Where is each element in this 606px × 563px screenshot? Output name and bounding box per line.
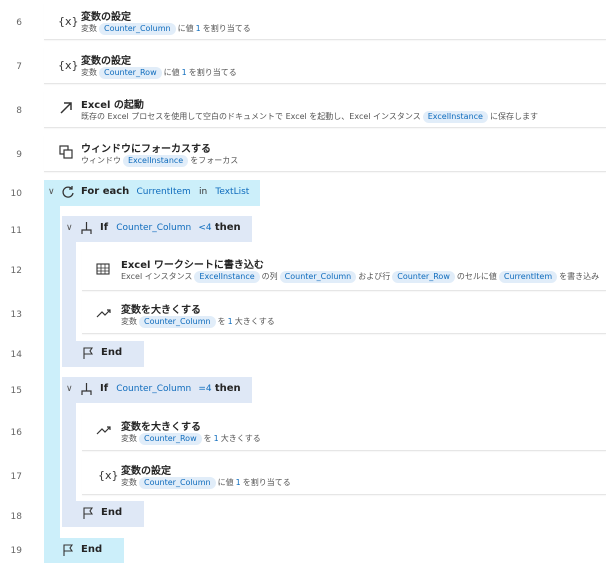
foreach-variable: CurrentItem (136, 187, 191, 197)
action-title: Excel ワークシートに書き込む (121, 260, 264, 271)
variable-icon: {x} (58, 59, 79, 72)
action-title: 変数を大きくする (121, 422, 201, 433)
action-description: 変数 Counter_Row に値 1 を割り当てる (81, 67, 237, 79)
flag-icon (62, 544, 74, 560)
variable-token: Counter_Row (99, 67, 162, 79)
line-number: 18 (10, 512, 22, 522)
flag-icon (82, 507, 94, 523)
action-title: ウィンドウにフォーカスする (81, 144, 211, 155)
line-number: 12 (10, 266, 22, 276)
action-set-variable[interactable]: {x} 変数の設定 変数 Counter_Column に値 1 を割り当てる (82, 456, 606, 495)
loop-icon (61, 185, 75, 202)
foreach-header[interactable]: ∨ For each CurrentItem in TextList (44, 180, 260, 206)
trend-up-icon (96, 424, 112, 436)
action-focus-window[interactable]: ウィンドウにフォーカスする ウィンドウ ExcelInstance をフォーカス (44, 135, 606, 172)
action-set-variable[interactable]: {x} 変数の設定 変数 Counter_Row に値 1 を割り当てる (44, 47, 606, 84)
line-number: 8 (16, 106, 22, 116)
action-description: 既存の Excel プロセスを使用して空白のドキュメントで Excel を起動し… (81, 111, 538, 123)
end-block[interactable]: End (62, 501, 144, 527)
action-write-excel[interactable]: Excel ワークシートに書き込む Excel インスタンス ExcelInsta… (82, 250, 606, 291)
chevron-down-icon[interactable]: ∨ (66, 223, 73, 233)
action-description: Excel インスタンス ExcelInstance の列 Counter_Colum… (121, 271, 600, 283)
line-number: 14 (10, 350, 22, 360)
variable-token: Counter_Column (139, 477, 216, 489)
variable-token: CurrentItem (498, 271, 558, 283)
condition-variable: Counter_Column (116, 223, 192, 233)
action-launch-excel[interactable]: Excel の起動 既存の Excel プロセスを使用して空白のドキュメントで … (44, 91, 606, 128)
line-number: 7 (16, 62, 22, 72)
variable-token: Counter_Row (139, 433, 202, 445)
line-number: 11 (10, 226, 22, 236)
action-description: 変数 Counter_Column に値 1 を割り当てる (121, 477, 291, 489)
action-increase-variable[interactable]: 変数を大きくする 変数 Counter_Row を 1 大きくする (82, 412, 606, 451)
variable-icon: {x} (58, 15, 79, 28)
variable-token: ExcelInstance (123, 155, 189, 167)
line-number: 15 (10, 386, 22, 396)
trend-up-icon (96, 307, 112, 319)
action-description: 変数 Counter_Column を 1 大きくする (121, 316, 275, 328)
line-number: 19 (10, 546, 22, 556)
variable-icon: {x} (98, 469, 119, 482)
launch-arrow-icon (59, 101, 73, 115)
condition-variable: Counter_Column (116, 384, 192, 394)
line-number: 9 (16, 150, 22, 160)
action-title: 変数の設定 (121, 466, 171, 477)
line-number: 10 (10, 189, 22, 199)
flag-icon (82, 347, 94, 363)
action-title: 変数を大きくする (121, 305, 201, 316)
action-description: ウィンドウ ExcelInstance をフォーカス (81, 155, 239, 167)
excel-write-icon (96, 262, 110, 276)
action-description: 変数 Counter_Row を 1 大きくする (121, 433, 261, 445)
if-header[interactable]: ∨ If Counter_Column <4 then (62, 216, 252, 242)
variable-token: Counter_Column (139, 316, 216, 328)
if-block-bar (62, 402, 76, 502)
if-header[interactable]: ∨ If Counter_Column =4 then (62, 377, 252, 403)
end-block[interactable]: End (44, 538, 124, 563)
action-description: 変数 Counter_Column に値 1 を割り当てる (81, 23, 251, 35)
line-number: 13 (10, 310, 22, 320)
variable-token: ExcelInstance (194, 271, 260, 283)
if-condition-icon (80, 221, 93, 238)
action-title: 変数の設定 (81, 12, 131, 23)
action-title: Excel の起動 (81, 100, 144, 111)
chevron-down-icon[interactable]: ∨ (48, 187, 55, 197)
action-set-variable[interactable]: {x} 変数の設定 変数 Counter_Column に値 1 を割り当てる (44, 3, 606, 40)
variable-token: Counter_Column (279, 271, 357, 283)
foreach-block-bar (44, 205, 60, 539)
window-focus-icon (59, 145, 73, 159)
if-condition-icon (80, 382, 93, 399)
chevron-down-icon[interactable]: ∨ (66, 384, 73, 394)
line-number: 17 (10, 472, 22, 482)
line-number: 16 (10, 428, 22, 438)
variable-token: ExcelInstance (422, 111, 488, 123)
foreach-list: TextList (215, 187, 250, 197)
if-block-bar (62, 242, 76, 342)
action-title: 変数の設定 (81, 56, 131, 67)
action-increase-variable[interactable]: 変数を大きくする 変数 Counter_Column を 1 大きくする (82, 295, 606, 334)
line-number: 6 (16, 18, 22, 28)
variable-token: Counter_Column (99, 23, 176, 35)
variable-token: Counter_Row (392, 271, 455, 283)
end-block[interactable]: End (62, 341, 144, 367)
